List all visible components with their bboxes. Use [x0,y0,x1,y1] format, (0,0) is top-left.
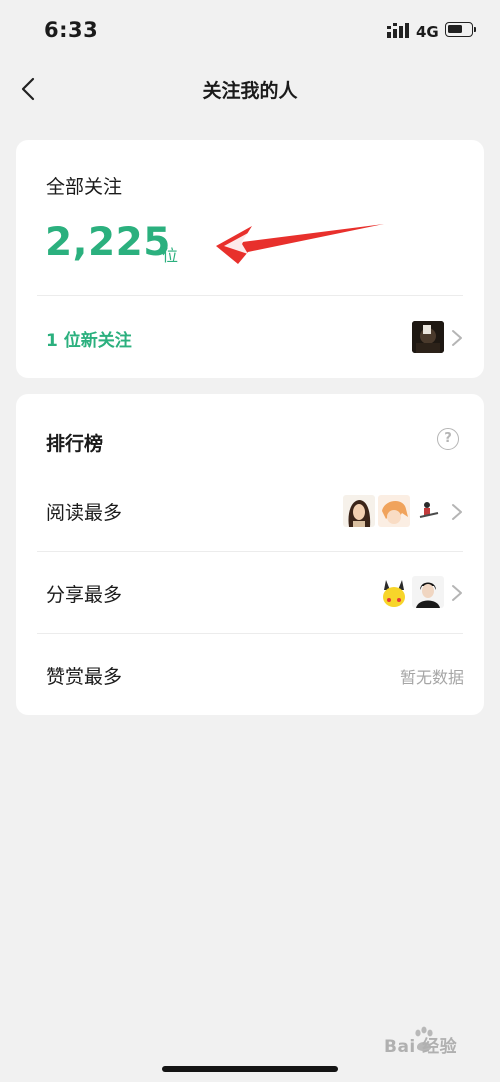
ranking-row-label: 赞赏最多 [46,666,123,688]
baidu-watermark: Bai 经验 [384,1037,458,1057]
new-follow-row[interactable]: 1 位新关注 [16,296,484,378]
avatar [378,576,410,608]
avatar [412,495,444,527]
follow-summary-card: 全部关注 2,225 位 1 位新关注 [16,140,484,378]
avatar [412,321,444,353]
chevron-right-icon [452,504,462,520]
ranking-title: 排行榜 [46,433,104,455]
follower-count-unit: 位 [162,246,179,265]
ranking-row-most-rewarded: 赞赏最多 暂无数据 [16,634,484,715]
home-indicator [162,1066,338,1072]
ranking-card: 排行榜 ? 阅读最多 分享最多 赞赏最多 暂无数据 [16,394,484,715]
ranking-row-label: 阅读最多 [46,502,123,524]
status-bar: 6:33 4G [0,0,500,62]
help-icon[interactable]: ? [437,428,459,450]
new-follow-text: 1 位新关注 [46,331,132,351]
status-time: 6:33 [44,18,99,42]
network-type: 4G [416,23,439,41]
avatar [378,495,410,527]
ranking-row-label: 分享最多 [46,584,123,606]
all-followers-label: 全部关注 [46,176,123,198]
battery-tip [474,27,476,32]
page-title: 关注我的人 [202,80,298,102]
no-data-text: 暂无数据 [399,668,464,687]
chevron-right-icon [452,585,462,601]
ranking-row-most-read[interactable]: 阅读最多 [16,470,484,552]
battery-icon [445,22,473,37]
annotation-arrow-icon [216,224,384,264]
signal-icon [387,23,409,38]
avatar [343,495,375,527]
avatar [412,576,444,608]
chevron-right-icon [452,330,462,346]
ranking-row-most-shared[interactable]: 分享最多 [16,552,484,634]
nav-bar: 关注我的人 [0,62,500,118]
follower-count: 2,225 [45,220,171,265]
